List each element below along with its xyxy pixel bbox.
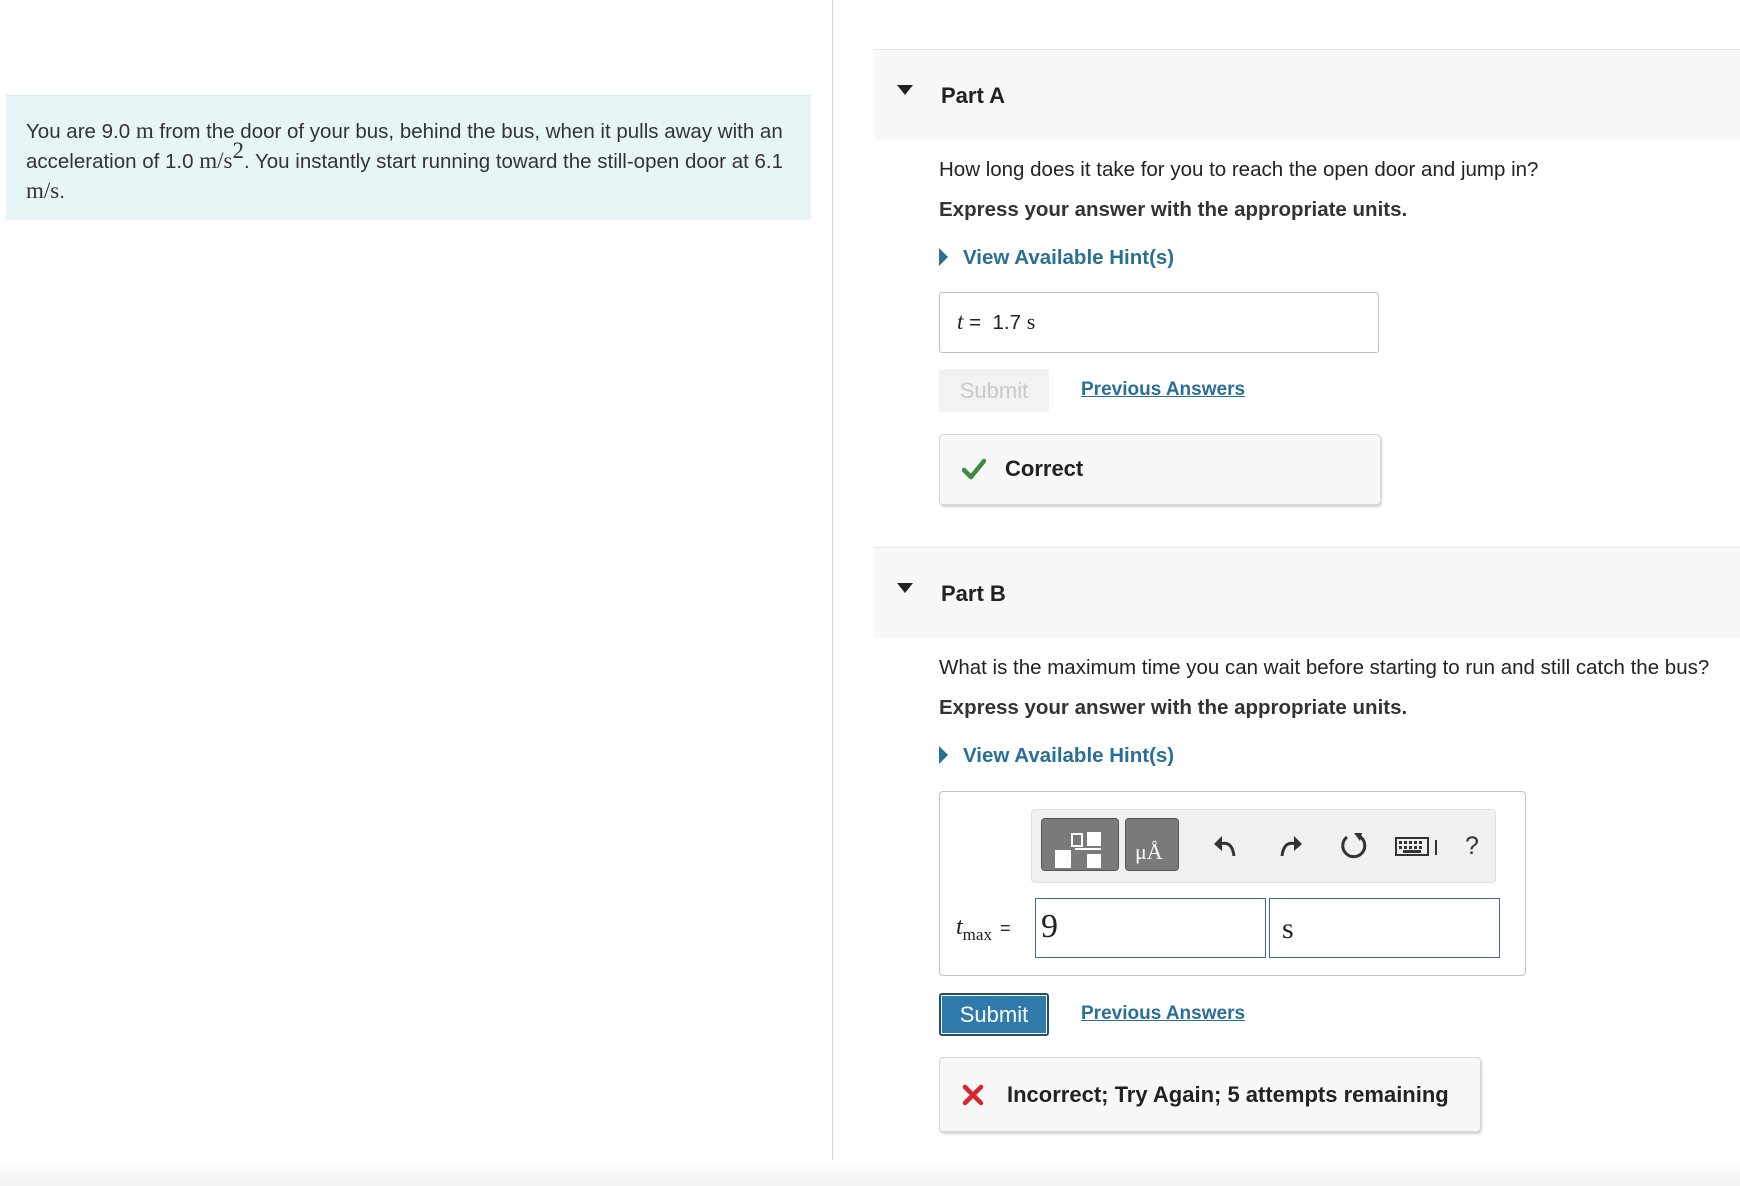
part-b-header[interactable]: Part B: [874, 547, 1740, 638]
value-input[interactable]: 9: [1035, 898, 1266, 958]
answer-value: 1.7: [992, 311, 1021, 334]
checkmark-icon: [962, 458, 986, 480]
answer-equals: =: [969, 311, 982, 334]
help-icon: ?: [1465, 831, 1479, 860]
part-a-feedback: Correct: [939, 434, 1381, 505]
problem-text-4: .: [59, 180, 65, 203]
part-b-hint-label: View Available Hint(s): [963, 744, 1175, 767]
reset-button[interactable]: [1334, 826, 1374, 866]
math-toolbar: μÅ ?: [1031, 809, 1496, 883]
parts-pane: Part A How long does it take for you to …: [833, 0, 1740, 1186]
part-a-title: Part A: [941, 83, 1005, 108]
part-a-previous-answers-link[interactable]: Previous Answers: [1081, 379, 1245, 401]
part-a-instruction: Express your answer with the appropriate…: [939, 198, 1408, 221]
tmax-equals: =: [999, 918, 1011, 938]
answer-variable: t: [957, 309, 964, 334]
expand-triangle-icon: [939, 248, 948, 266]
symbols-icon: μÅ: [1135, 839, 1163, 864]
part-b-feedback-text: Incorrect; Try Again; 5 attempts remaini…: [1007, 1082, 1449, 1107]
part-a-hint-link[interactable]: View Available Hint(s): [939, 246, 1174, 270]
problem-unit-velocity: m/s: [26, 178, 60, 203]
tmax-subscript: max: [962, 924, 992, 944]
problem-unit-acceleration: m/s: [199, 148, 233, 173]
part-a-header[interactable]: Part A: [874, 49, 1740, 140]
redo-icon: [1280, 836, 1302, 857]
part-b-feedback: Incorrect; Try Again; 5 attempts remaini…: [939, 1057, 1481, 1132]
expand-triangle-icon: [939, 746, 948, 764]
redo-button[interactable]: [1270, 826, 1310, 866]
problem-unit-meters: m: [135, 118, 154, 143]
part-b-submit-button[interactable]: Submit: [939, 993, 1049, 1036]
part-a-submit-button: Submit: [939, 369, 1049, 412]
problem-unit-exponent: 2: [232, 138, 244, 164]
keyboard-button[interactable]: [1394, 826, 1442, 866]
tmax-label: tmax =: [956, 914, 1010, 945]
bottom-edge: [0, 1160, 1740, 1186]
part-b-question: What is the maximum time you can wait be…: [939, 656, 1710, 679]
problem-text-1: You are 9.0: [26, 120, 136, 143]
reset-icon: [1341, 833, 1367, 859]
part-b-title: Part B: [941, 581, 1006, 606]
units-input[interactable]: s: [1269, 898, 1500, 958]
problem-text-3: . You instantly start running toward the…: [243, 150, 783, 173]
collapse-caret-icon[interactable]: [897, 85, 913, 95]
part-b-answer-editor: μÅ ? tmax = 9 s: [939, 791, 1526, 976]
part-a-answer-display: t = 1.7 s: [939, 292, 1379, 353]
part-b-previous-answers-link[interactable]: Previous Answers: [1081, 1003, 1245, 1025]
part-a-feedback-text: Correct: [1005, 456, 1084, 481]
undo-icon: [1214, 836, 1236, 857]
tmax-variable: t: [956, 914, 963, 940]
x-mark-icon: [962, 1084, 984, 1106]
templates-icon: [1055, 832, 1101, 868]
symbols-button[interactable]: μÅ: [1125, 818, 1179, 871]
part-a-hint-label: View Available Hint(s): [963, 246, 1175, 269]
templates-button[interactable]: [1041, 818, 1119, 871]
answer-unit: s: [1026, 309, 1036, 334]
problem-statement: You are 9.0 m from the door of your bus,…: [6, 95, 811, 220]
keyboard-icon: [1395, 837, 1437, 856]
part-b-instruction: Express your answer with the appropriate…: [939, 696, 1408, 719]
problem-pane: You are 9.0 m from the door of your bus,…: [0, 0, 832, 1186]
help-button[interactable]: ?: [1452, 826, 1492, 866]
part-b-hint-link[interactable]: View Available Hint(s): [939, 744, 1174, 768]
part-a-question: How long does it take for you to reach t…: [939, 158, 1539, 181]
undo-button[interactable]: [1206, 826, 1246, 866]
collapse-caret-icon[interactable]: [897, 583, 913, 593]
